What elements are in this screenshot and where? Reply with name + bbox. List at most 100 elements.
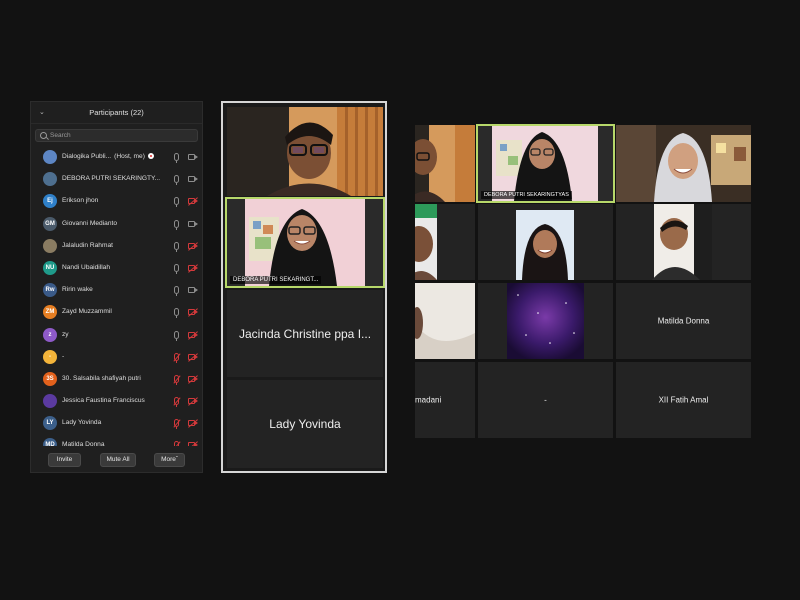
participant-row[interactable]: LY Lady Yovinda <box>31 412 202 434</box>
video-off-icon[interactable] <box>188 264 198 271</box>
mute-all-button[interactable]: Mute All <box>100 453 136 467</box>
gallery-tile-r3c2[interactable] <box>478 283 613 359</box>
gallery-tile-r1c3[interactable] <box>616 125 751 202</box>
video-icon[interactable] <box>188 287 198 294</box>
participant-row[interactable]: MD Matilda Donna <box>31 434 202 446</box>
avatar: ZM <box>43 305 57 320</box>
avatar <box>43 150 57 164</box>
participant-row[interactable]: DEBORA PUTRI SEKARINGTY... <box>31 168 202 190</box>
participant-name: - <box>62 352 65 360</box>
gallery-tile-r1c1[interactable] <box>415 125 475 202</box>
mic-icon[interactable] <box>174 219 179 230</box>
participant-name-cell: Lady Yovinda <box>62 412 182 434</box>
mic-muted-icon[interactable] <box>174 419 179 430</box>
gallery-tile-r2c1[interactable] <box>415 204 475 280</box>
gallery-tile-r2c3[interactable] <box>616 204 751 280</box>
mic-muted-icon[interactable] <box>174 397 179 408</box>
participant-row[interactable]: Jessica Faustina Franciscus <box>31 390 202 412</box>
video-off-icon[interactable] <box>188 198 198 205</box>
avatar: MD <box>43 438 57 446</box>
participant-name-cell: DEBORA PUTRI SEKARINGTY... <box>62 168 182 190</box>
participants-footer: Invite Mute All Moreˇ <box>31 447 202 473</box>
participant-name: DEBORA PUTRI SEKARINGTY... <box>62 175 161 183</box>
mic-icon[interactable] <box>174 286 179 297</box>
gallery-tile-r4c2[interactable]: - <box>478 362 613 438</box>
avatar: Ej <box>43 194 57 209</box>
tile-name-center: XII Fatih Amal <box>658 395 709 405</box>
video-off-icon[interactable] <box>188 309 198 316</box>
participant-list[interactable]: Dialogika Publi... (Host, me) DEBORA PUTRI… <box>31 146 202 446</box>
participant-row[interactable]: Dialogika Publi... (Host, me) <box>31 146 202 168</box>
avatar <box>43 172 57 187</box>
video-off-icon[interactable] <box>188 398 198 405</box>
video-off-icon[interactable] <box>188 375 198 382</box>
participant-name-cell: zy <box>62 324 182 346</box>
video-tile-3[interactable]: Jacinda Christine ppa I... <box>227 290 383 377</box>
avatar: LY <box>43 416 57 431</box>
video-off-icon[interactable] <box>188 331 198 338</box>
participant-name: Jalaludin Rahmat <box>62 241 113 249</box>
participants-panel: ⌄ Participants (22) Dialogika Publi...(H… <box>30 101 203 473</box>
participant-name-cell: - <box>62 346 182 368</box>
video-off-icon[interactable] <box>188 242 198 249</box>
video-off-icon[interactable] <box>188 353 198 360</box>
video-feed-woman <box>478 204 613 280</box>
mic-icon[interactable] <box>174 308 179 319</box>
participant-row[interactable]: Ej Erikson jhon <box>31 190 202 212</box>
video-feed-man-glasses <box>227 107 383 196</box>
search-input[interactable] <box>50 130 190 141</box>
search-box[interactable] <box>35 129 198 142</box>
participant-name: Ririn wake <box>62 286 93 294</box>
participant-row[interactable]: 3S 30. Salsabila shafiyah putri <box>31 368 202 390</box>
mic-icon[interactable] <box>174 153 179 163</box>
mic-icon[interactable] <box>174 263 179 274</box>
participant-name-cell: Ririn wake <box>62 279 182 301</box>
video-icon[interactable] <box>188 176 198 183</box>
gallery-tile-r1c2-active[interactable]: DEBORA PUTRI SEKARINGTYAS <box>476 124 615 203</box>
more-button[interactable]: Moreˇ <box>154 453 185 467</box>
video-feed-galaxy-image <box>478 283 613 359</box>
gallery-tile-r2c2[interactable] <box>478 204 613 280</box>
video-tile-4[interactable]: Lady Yovinda <box>227 380 383 468</box>
invite-button[interactable]: Invite <box>48 453 81 467</box>
gallery-tile-r4c1[interactable]: madani <box>415 362 475 438</box>
mic-muted-icon[interactable] <box>174 374 179 385</box>
mic-muted-icon[interactable] <box>174 352 179 363</box>
tile-name-center: Lady Yovinda <box>269 417 341 431</box>
participant-row[interactable]: z zy <box>31 324 202 346</box>
participant-row[interactable]: ZM Zayd Muzzammil <box>31 301 202 323</box>
participant-row[interactable]: NU Nandi Ubaidillah <box>31 257 202 279</box>
mic-icon[interactable] <box>174 241 179 252</box>
mic-icon[interactable] <box>174 175 179 186</box>
gallery-tile-r4c3[interactable]: XII Fatih Amal <box>616 362 751 438</box>
video-icon[interactable] <box>188 154 198 160</box>
video-tile-2-active[interactable]: DEBORA PUTRI SEKARINGT... <box>225 197 385 288</box>
gallery-tile-r3c1[interactable] <box>415 283 475 359</box>
mic-muted-icon[interactable] <box>174 441 179 446</box>
mic-icon[interactable] <box>174 197 179 208</box>
video-feed-woman-white-hijab <box>616 125 751 202</box>
participant-row[interactable]: Jalaludin Rahmat <box>31 235 202 257</box>
avatar: z <box>43 327 57 342</box>
participant-name: zy <box>62 330 69 338</box>
video-tile-1[interactable] <box>227 107 383 196</box>
chevron-down-icon[interactable]: ⌄ <box>39 102 45 124</box>
video-feed-wall <box>415 283 475 359</box>
participant-row[interactable]: Rw Ririn wake <box>31 279 202 301</box>
participant-name: Erikson jhon <box>62 197 99 205</box>
participant-name: Nandi Ubaidillah <box>62 263 111 271</box>
more-label: More <box>161 456 176 463</box>
video-off-icon[interactable] <box>188 442 198 446</box>
participants-header: ⌄ Participants (22) <box>31 102 202 124</box>
gallery-tile-r3c3[interactable]: Matilda Donna <box>616 283 751 359</box>
video-icon[interactable] <box>188 220 198 227</box>
participant-row[interactable]: GM Giovanni Medianto <box>31 213 202 235</box>
mic-icon[interactable] <box>174 330 179 341</box>
video-feed-woman-hijab <box>227 199 383 286</box>
participant-name: Jessica Faustina Franciscus <box>62 397 145 405</box>
tile-name-center: - <box>544 395 547 405</box>
participant-name-cell: Erikson jhon <box>62 190 182 212</box>
avatar <box>43 238 57 253</box>
video-off-icon[interactable] <box>188 420 198 427</box>
participant-row[interactable]: -- <box>31 346 202 368</box>
